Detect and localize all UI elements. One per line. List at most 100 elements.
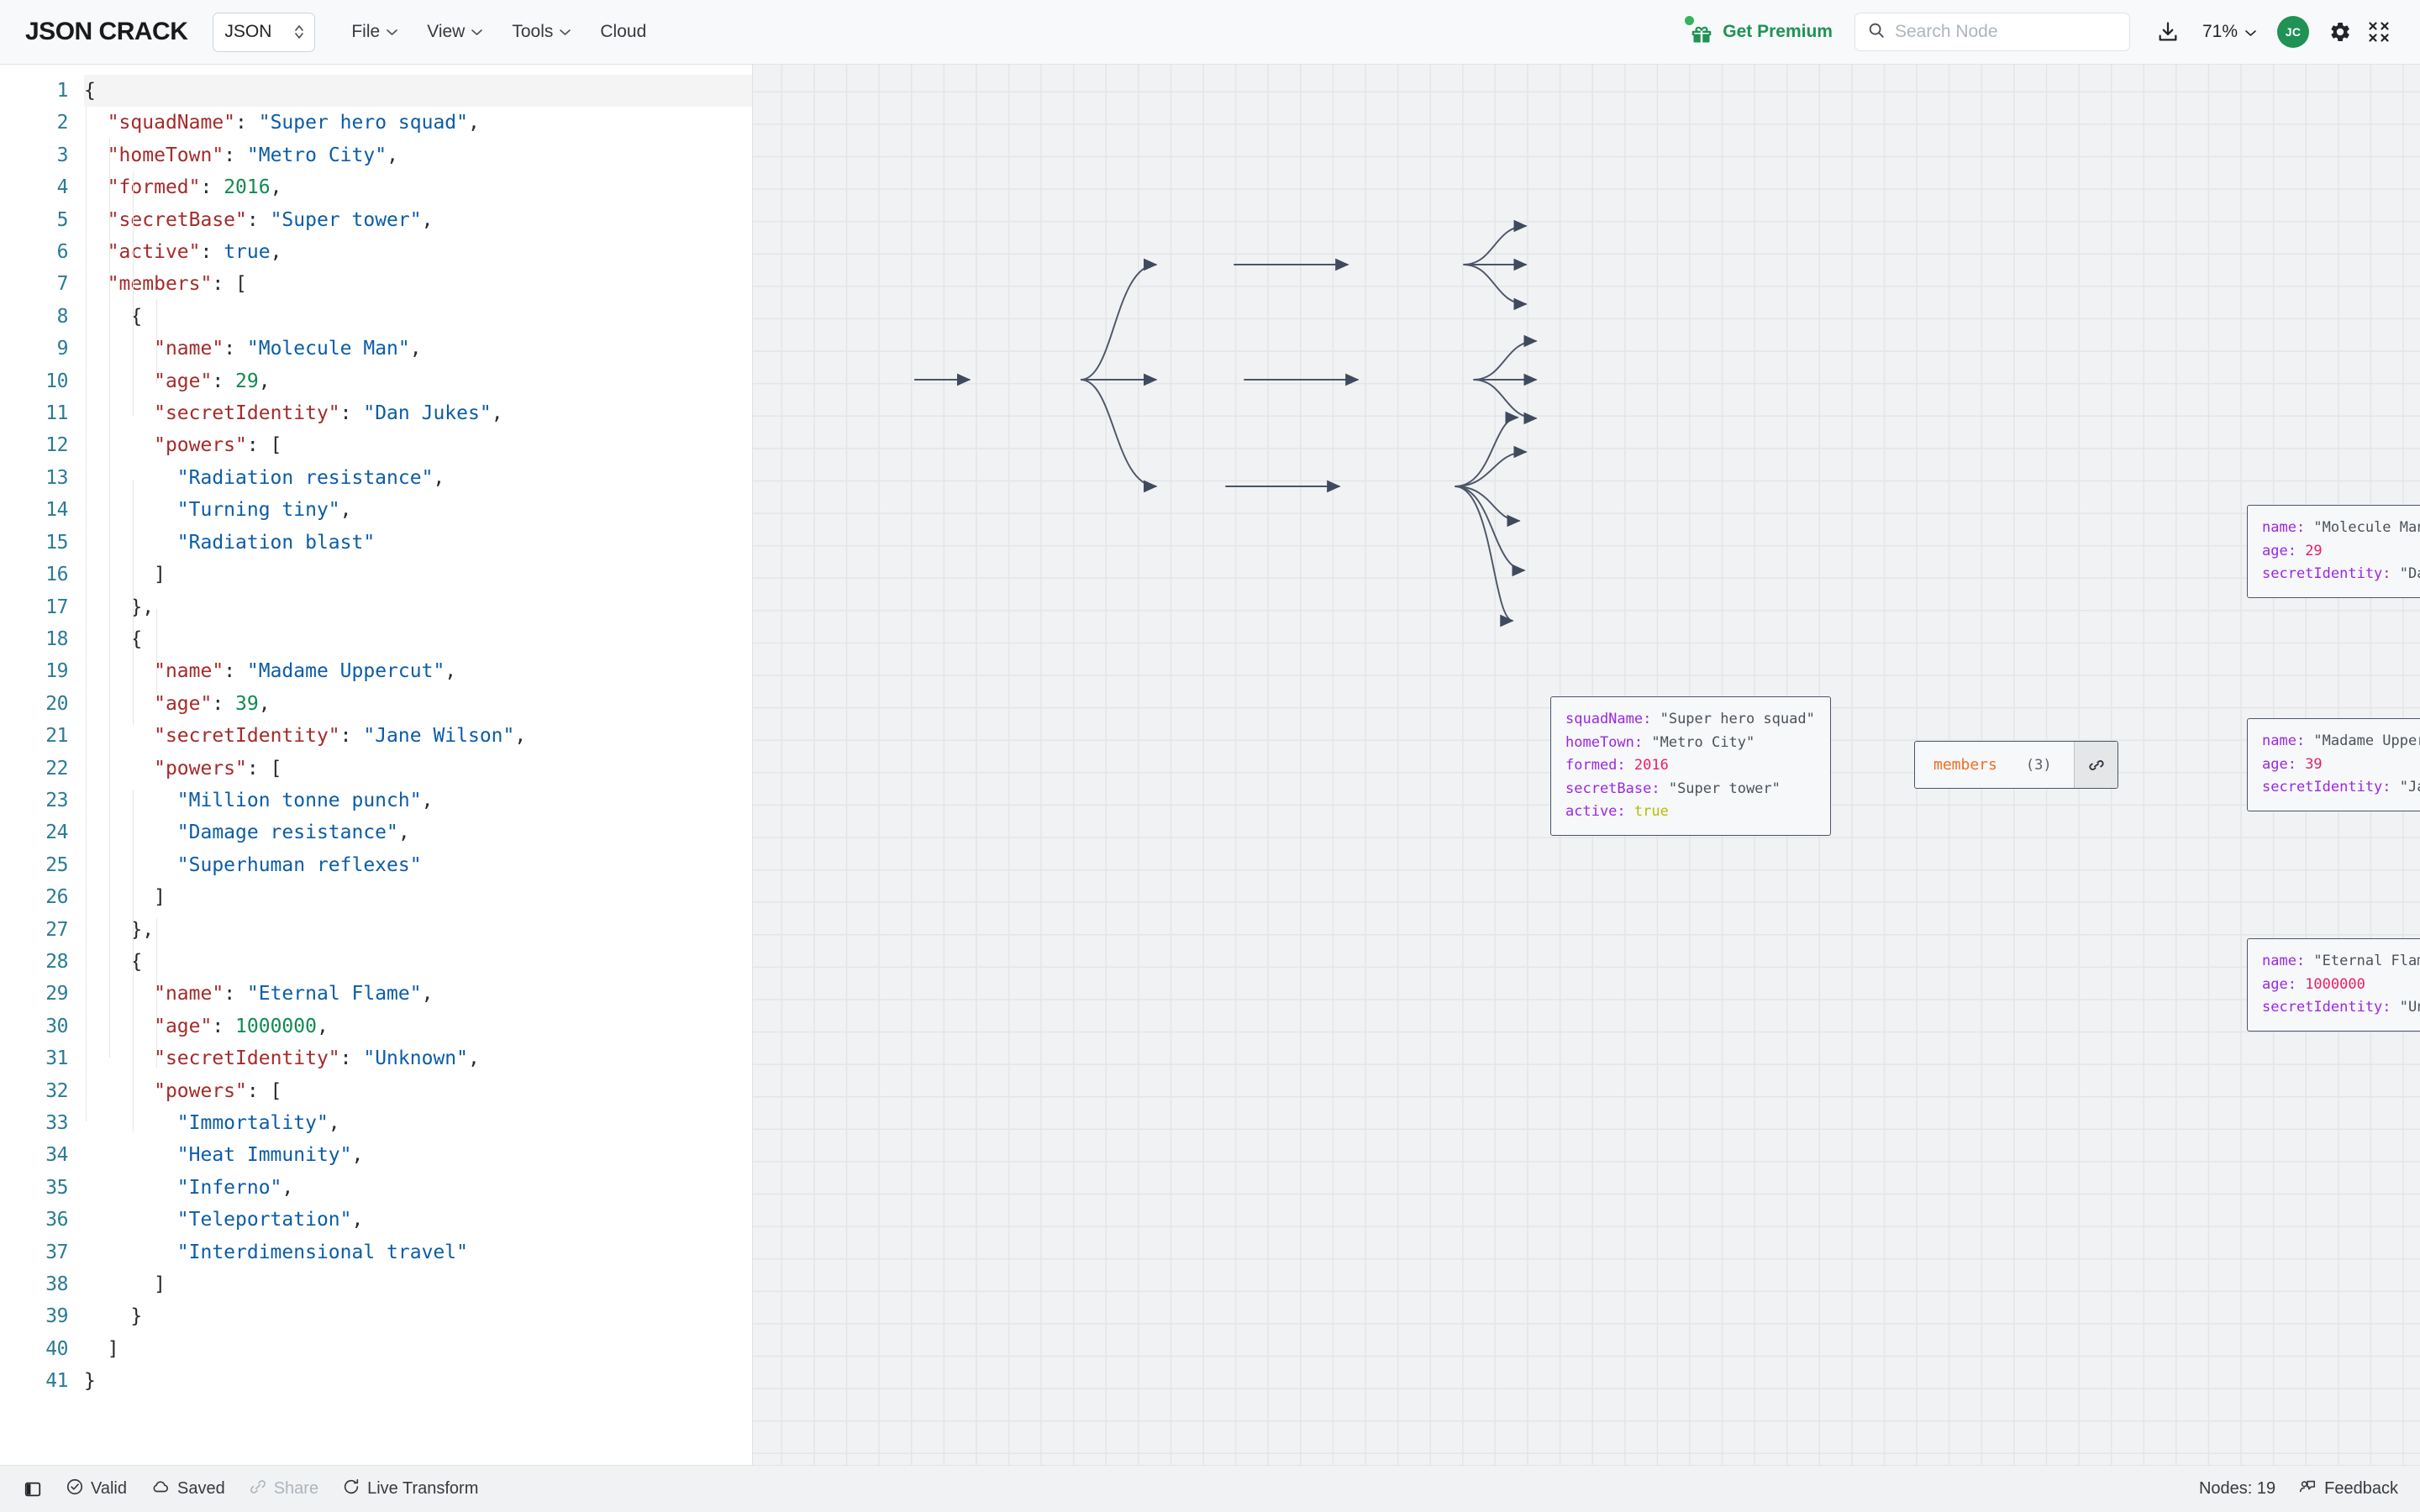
editor-code-line: "members": [	[107, 273, 247, 296]
status-valid-label: Valid	[91, 1479, 127, 1498]
graph-node-value: 1000000	[2305, 975, 2365, 993]
editor-line-number: 8	[56, 305, 69, 328]
graph-node-member-1[interactable]: name: "Madame Uppercut"age: 39secretIden…	[2247, 718, 2420, 811]
editor-code-line: "age": 39,	[154, 692, 271, 715]
graph-node-key: name:	[2262, 519, 2314, 536]
editor-line-number: 16	[45, 564, 68, 586]
zoom-control[interactable]: 71%	[2194, 22, 2265, 42]
menu-tools[interactable]: Tools	[497, 14, 586, 50]
feedback-button[interactable]: Feedback	[2297, 1478, 2398, 1501]
editor-line-number: 10	[45, 370, 68, 392]
graph-node-key: members	[1933, 756, 1997, 774]
editor-code-line: "powers": [	[154, 757, 282, 780]
sidebar-toggle-button[interactable]	[24, 1480, 42, 1499]
editor-line-number: 26	[45, 886, 68, 909]
chevron-down-icon	[471, 25, 483, 39]
editor-line-number: 15	[45, 531, 68, 554]
graph-node-row: homeTown: "Metro City"	[1565, 732, 1815, 755]
graph-node-member-2[interactable]: name: "Eternal Flame"age: 1000000secretI…	[2247, 938, 2420, 1032]
status-valid[interactable]: Valid	[66, 1478, 127, 1501]
graph-node-value: "Dan Jukes"	[2399, 565, 2420, 582]
graph-node-members[interactable]: members (3)	[1914, 741, 2118, 789]
graph-node-value: "Jane Wilson"	[2399, 779, 2420, 795]
gift-icon	[1685, 16, 1714, 45]
editor-line-number: 22	[45, 757, 68, 780]
search-input[interactable]: Search Node	[1895, 22, 1998, 42]
app-logo[interactable]: JSON CRACK	[25, 18, 188, 46]
editor-code-line: ]	[84, 886, 166, 909]
graph-node-key: age:	[2262, 755, 2306, 773]
graph-node-key: formed:	[1565, 757, 1634, 774]
cloud-icon	[150, 1478, 171, 1501]
graph-node-member-0[interactable]: name: "Molecule Man"age: 29secretIdentit…	[2247, 505, 2420, 598]
editor-line-number: 25	[45, 853, 68, 876]
status-saved-label: Saved	[177, 1479, 225, 1498]
editor-code-line: "Damage resistance",	[176, 822, 410, 844]
refresh-icon	[342, 1478, 360, 1501]
editor-code-line: {	[84, 75, 752, 108]
editor-line-number: 41	[45, 1370, 68, 1393]
editor-code-line: {	[84, 627, 143, 650]
format-select[interactable]: JSON	[213, 12, 316, 52]
editor-code-line: },	[84, 918, 155, 941]
editor-line-number: 32	[45, 1079, 68, 1102]
editor-code-line: ]	[84, 1273, 166, 1296]
editor-line-number: 5	[56, 208, 69, 231]
download-button[interactable]	[2149, 13, 2187, 51]
graph-node-root[interactable]: squadName: "Super hero squad" homeTown: "…	[1550, 696, 1831, 836]
feedback-icon	[2297, 1478, 2317, 1501]
graph-node-key: secretIdentity:	[2262, 999, 2400, 1016]
graph-node-key: active:	[1565, 803, 1634, 820]
editor-code-line: "Heat Immunity",	[176, 1144, 364, 1167]
chevron-down-icon	[386, 25, 398, 39]
editor-code-area[interactable]: { "squadName": "Super hero squad", "home…	[84, 65, 752, 1465]
menu-view[interactable]: View	[413, 14, 497, 50]
search-node-box[interactable]: Search Node	[1854, 13, 2130, 51]
app-header: JSON CRACK JSON File View Tools Cloud Ge…	[0, 0, 2420, 65]
link-icon[interactable]	[2074, 742, 2118, 788]
editor-code-line: {	[84, 305, 143, 328]
graph-canvas[interactable]: squadName: "Super hero squad" homeTown: "…	[753, 65, 2420, 1465]
share-button[interactable]: Share	[249, 1478, 318, 1501]
graph-node-label: members (3)	[1915, 742, 2074, 788]
editor-line-number: 27	[45, 918, 68, 941]
editor-line-number: 36	[45, 1209, 68, 1231]
editor-line-number: 1	[56, 80, 69, 102]
user-avatar[interactable]: JC	[2277, 16, 2309, 48]
editor-code-line: "Immortality",	[176, 1112, 340, 1134]
status-saved[interactable]: Saved	[150, 1478, 225, 1501]
editor-code-line: "powers": [	[154, 1079, 282, 1102]
graph-node-key: homeTown:	[1565, 733, 1652, 751]
graph-node-value: 2016	[1634, 757, 1669, 774]
menu-bar: File View Tools Cloud	[337, 14, 660, 50]
get-premium-label: Get Premium	[1723, 22, 1833, 41]
editor-code-line: "secretBase": "Super tower",	[107, 208, 434, 231]
editor-code-line: "age": 1000000,	[154, 1015, 329, 1037]
format-select-value: JSON	[224, 22, 272, 41]
graph-node-row: age: 39	[2262, 753, 2420, 777]
status-bar-right: Nodes: 19 Feedback	[2199, 1478, 2398, 1501]
editor-code-line: "Radiation resistance",	[176, 466, 445, 489]
editor-line-number: 21	[45, 725, 68, 748]
graph-node-child-count: (3)	[2025, 756, 2052, 774]
editor-code-line: "Superhuman reflexes"	[176, 853, 422, 876]
json-editor-pane[interactable]: 1 2 3 4 5 6 7 8 9 10 11 12 13 14 15 16 17 18 19 20 21 22 23 24 2…	[0, 65, 753, 1465]
live-transform-toggle[interactable]: Live Transform	[342, 1478, 478, 1501]
graph-node-row: secretIdentity: "Unknown"	[2262, 996, 2420, 1020]
menu-file[interactable]: File	[337, 14, 413, 50]
graph-node-row: secretBase: "Super tower"	[1565, 778, 1815, 801]
fullscreen-button[interactable]	[2360, 13, 2398, 51]
editor-code-line: },	[84, 596, 155, 618]
check-circle-icon	[66, 1478, 84, 1501]
get-premium-button[interactable]: Get Premium	[1685, 16, 1833, 45]
editor-line-number: 4	[56, 176, 69, 199]
editor-code-line: "secretIdentity": "Unknown",	[154, 1047, 480, 1070]
graph-node-key: name:	[2262, 732, 2314, 749]
editor-line-number: 6	[56, 241, 69, 264]
editor-line-number: 28	[45, 950, 68, 973]
nodes-count-label: Nodes: 19	[2198, 1479, 2276, 1498]
graph-node-value: "Molecule Man"	[2313, 519, 2420, 536]
menu-cloud[interactable]: Cloud	[586, 14, 660, 50]
settings-button[interactable]	[2321, 13, 2360, 51]
editor-line-number: 31	[45, 1047, 68, 1070]
